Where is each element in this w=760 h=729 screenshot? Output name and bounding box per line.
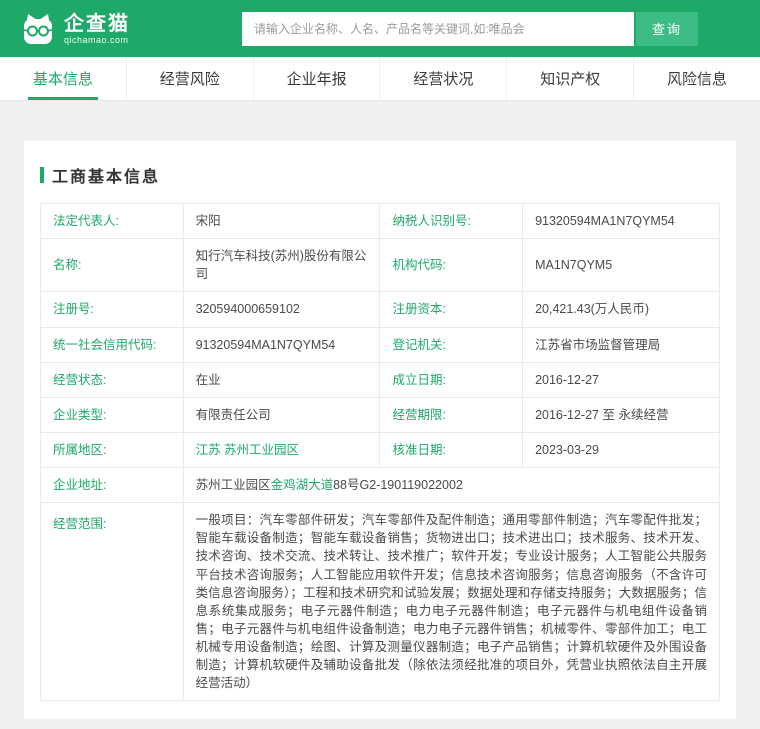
legal-rep-value: 宋阳 — [182, 202, 381, 240]
table-row: 名称: 知行汽车科技(苏州)股份有限公司 机构代码: MA1N7QYM5 — [40, 238, 720, 293]
logo-subtitle: qichamao.com — [64, 34, 129, 45]
search-input[interactable] — [242, 11, 634, 46]
table-row: 经营范围: 一般项目：汽车零部件研发；汽车零部件及配件制造；通用零部件制造；汽车… — [40, 502, 721, 702]
tab-operating-status[interactable]: 经营状况 — [380, 57, 508, 100]
search-bar: 查询 — [242, 11, 698, 46]
table-row: 所属地区: 江苏 苏州工业园区 核准日期: 2023-03-29 — [40, 431, 720, 469]
reg-no-label: 注册号: — [40, 291, 184, 328]
reg-authority-value: 江苏省市场监督管理局 — [522, 326, 720, 363]
company-name-label: 名称: — [40, 238, 184, 293]
scope-label: 经营范围: — [40, 502, 184, 702]
company-name-value: 知行汽车科技(苏州)股份有限公司 — [182, 238, 381, 293]
term-label: 经营期限: — [379, 396, 524, 433]
company-type-label: 企业类型: — [40, 396, 184, 433]
credit-code-value: 91320594MA1N7QYM54 — [182, 326, 381, 363]
tab-bar: 基本信息 经营风险 企业年报 经营状况 知识产权 风险信息 — [0, 57, 760, 101]
tab-annual-report[interactable]: 企业年报 — [254, 57, 381, 100]
reg-capital-label: 注册资本: — [379, 291, 524, 328]
search-button[interactable]: 查询 — [636, 11, 698, 46]
reg-capital-value: 20,421.43(万人民币) — [522, 291, 720, 328]
address-prefix: 苏州工业园区 — [195, 478, 271, 492]
address-label: 企业地址: — [40, 466, 184, 504]
org-code-label: 机构代码: — [379, 238, 524, 293]
term-value: 2016-12-27 至 永续经营 — [522, 396, 720, 433]
reg-authority-label: 登记机关: — [379, 326, 524, 363]
tab-basic-info[interactable]: 基本信息 — [0, 57, 127, 100]
region-link[interactable]: 江苏 苏州工业园区 — [196, 443, 299, 457]
status-value: 在业 — [182, 361, 381, 398]
cat-logo-icon — [23, 13, 53, 44]
section-title: 工商基本信息 — [52, 169, 161, 186]
region-label: 所属地区: — [40, 431, 184, 469]
table-row: 统一社会信用代码: 91320594MA1N7QYM54 登记机关: 江苏省市场… — [40, 326, 720, 363]
approval-date-value: 2023-03-29 — [522, 431, 720, 469]
taxpayer-id-label: 纳税人识别号: — [379, 202, 524, 240]
credit-code-label: 统一社会信用代码: — [40, 326, 184, 363]
table-row: 经营状态: 在业 成立日期: 2016-12-27 — [40, 361, 720, 398]
header: 企查猫 qichamao.com 查询 — [0, 0, 760, 57]
table-row: 企业类型: 有限责任公司 经营期限: 2016-12-27 至 永续经营 — [40, 396, 720, 433]
region-cell: 江苏 苏州工业园区 — [182, 431, 381, 469]
taxpayer-id-value: 91320594MA1N7QYM54 — [522, 202, 720, 240]
address-street-link[interactable]: 金鸡湖大道 — [271, 478, 334, 492]
tab-intellectual-property[interactable]: 知识产权 — [507, 57, 635, 100]
business-info-table: 法定代表人: 宋阳 纳税人识别号: 91320594MA1N7QYM54 名称:… — [40, 202, 721, 702]
legal-rep-label: 法定代表人: — [40, 202, 184, 240]
table-row: 企业地址: 苏州工业园区金鸡湖大道88号G2-190119022002 — [40, 466, 721, 504]
tab-risk-info[interactable]: 风险信息 — [634, 57, 760, 100]
business-info-card: 工商基本信息 法定代表人: 宋阳 纳税人识别号: 91320594MA1N7QY… — [24, 141, 736, 720]
table-row: 注册号: 320594000659102 注册资本: 20,421.43(万人民… — [40, 291, 720, 328]
tab-business-risk[interactable]: 经营风险 — [127, 57, 254, 100]
established-label: 成立日期: — [379, 361, 524, 398]
scope-value: 一般项目：汽车零部件研发；汽车零部件及配件制造；通用零部件制造；汽车零配件批发；… — [182, 502, 721, 702]
established-value: 2016-12-27 — [522, 361, 720, 398]
section-accent-bar — [40, 167, 44, 183]
org-code-value: MA1N7QYM5 — [522, 238, 720, 293]
logo[interactable]: 企查猫 qichamao.com — [20, 11, 130, 47]
reg-no-value: 320594000659102 — [182, 291, 381, 328]
table-row: 法定代表人: 宋阳 纳税人识别号: 91320594MA1N7QYM54 — [40, 202, 720, 240]
status-label: 经营状态: — [40, 361, 184, 398]
address-suffix: 88号G2-190119022002 — [333, 478, 463, 492]
address-cell: 苏州工业园区金鸡湖大道88号G2-190119022002 — [182, 466, 721, 504]
section-header: 工商基本信息 — [40, 163, 720, 187]
approval-date-label: 核准日期: — [379, 431, 524, 469]
logo-title: 企查猫 — [64, 12, 130, 35]
company-type-value: 有限责任公司 — [182, 396, 381, 433]
